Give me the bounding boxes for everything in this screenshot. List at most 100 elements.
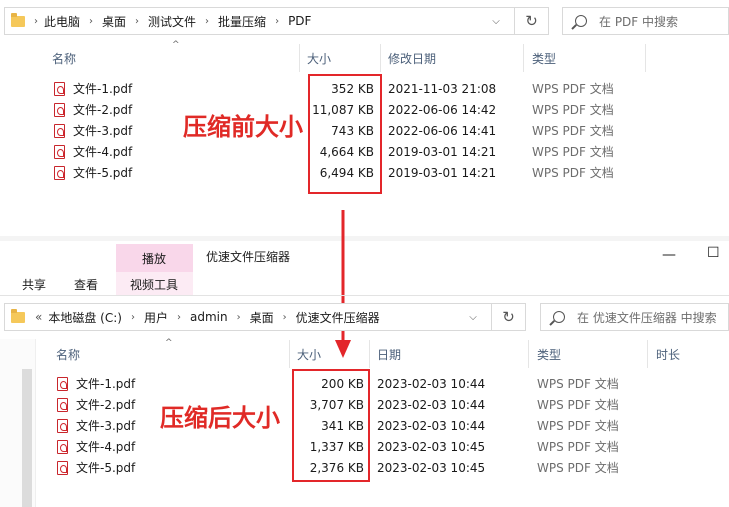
file-name: 文件-2.pdf — [76, 398, 136, 412]
breadcrumb-item-test-files[interactable]: 测试文件 — [148, 13, 196, 30]
column-header-size[interactable]: 大小 — [307, 44, 331, 72]
search-icon — [553, 311, 565, 323]
column-divider[interactable] — [523, 44, 524, 72]
breadcrumb-item-this-pc[interactable]: 此电脑 — [44, 13, 80, 30]
column-header-name[interactable]: 名称 — [52, 44, 76, 72]
breadcrumb: 此电脑 › 桌面 › 测试文件 › 批量压缩 › PDF — [44, 8, 311, 34]
tab-share[interactable]: 共享 — [22, 276, 46, 293]
file-date: 2023-02-03 10:44 — [377, 376, 486, 391]
tab-video-tools[interactable]: 视频工具 — [130, 276, 178, 293]
file-name: 文件-2.pdf — [73, 103, 133, 117]
sort-ascending-icon: ^ — [165, 338, 173, 348]
tab-play[interactable]: 播放 — [142, 250, 166, 267]
column-divider[interactable] — [380, 44, 381, 72]
column-header-date[interactable]: 日期 — [377, 340, 401, 368]
file-date: 2019-03-01 14:21 — [388, 144, 497, 159]
before-search-input[interactable]: 在 PDF 中搜索 — [562, 7, 729, 35]
chevron-right-icon[interactable]: › — [266, 16, 288, 27]
window-title: 优速文件压缩器 — [206, 250, 291, 264]
address-dropdown-icon[interactable]: ⌵ — [484, 8, 508, 34]
column-header-type[interactable]: 类型 — [537, 340, 561, 368]
chevron-right-icon[interactable]: › — [126, 16, 148, 27]
file-name: 文件-4.pdf — [76, 440, 136, 454]
column-header-name[interactable]: 名称 — [56, 340, 80, 368]
before-size-highlight — [308, 74, 382, 194]
after-address-bar[interactable]: « 本地磁盘 (C:) › 用户 › admin › 桌面 › 优速文件压缩器 … — [4, 303, 526, 331]
column-header-duration[interactable]: 时长 — [656, 340, 680, 368]
search-placeholder: 在 优速文件压缩器 中搜索 — [577, 310, 717, 325]
file-name: 文件-3.pdf — [73, 124, 133, 138]
pdf-file-icon — [57, 376, 68, 391]
chevron-right-icon[interactable]: › — [80, 16, 102, 27]
breadcrumb-item-desktop[interactable]: 桌面 — [250, 309, 274, 326]
column-header-size[interactable]: 大小 — [297, 340, 321, 368]
chevron-right-icon[interactable]: › — [168, 312, 190, 323]
column-divider[interactable] — [645, 44, 646, 72]
column-divider[interactable] — [528, 340, 529, 368]
file-date: 2023-02-03 10:45 — [377, 439, 486, 454]
column-divider[interactable] — [369, 340, 370, 368]
column-header-type[interactable]: 类型 — [532, 44, 556, 72]
folder-icon — [11, 12, 25, 27]
breadcrumb-item-admin[interactable]: admin — [190, 310, 228, 324]
chevron-right-icon[interactable]: › — [122, 312, 144, 323]
breadcrumb-item-compressor[interactable]: 优速文件压缩器 — [296, 309, 380, 326]
file-name: 文件-1.pdf — [76, 377, 136, 391]
file-type: WPS PDF 文档 — [537, 440, 619, 454]
column-divider[interactable] — [299, 44, 300, 72]
pdf-file-icon — [54, 102, 65, 117]
refresh-icon[interactable]: ↻ — [491, 304, 525, 330]
file-type: WPS PDF 文档 — [532, 103, 614, 117]
minimize-button[interactable]: — — [662, 247, 676, 263]
file-name: 文件-3.pdf — [76, 419, 136, 433]
breadcrumb-overflow-icon[interactable]: « — [25, 310, 48, 324]
search-icon — [575, 15, 587, 27]
breadcrumb-item-users[interactable]: 用户 — [144, 309, 168, 326]
file-type: WPS PDF 文档 — [532, 82, 614, 96]
pdf-file-icon — [57, 460, 68, 475]
file-name: 文件-1.pdf — [73, 82, 133, 96]
pdf-file-icon — [57, 418, 68, 433]
column-divider[interactable] — [647, 340, 648, 368]
tab-view[interactable]: 查看 — [74, 276, 98, 293]
column-divider[interactable] — [289, 340, 290, 368]
file-type: WPS PDF 文档 — [532, 145, 614, 159]
navigation-pane-scrollbar[interactable] — [22, 369, 32, 507]
pdf-file-icon — [54, 144, 65, 159]
file-date: 2022-06-06 14:41 — [388, 123, 497, 138]
file-name: 文件-4.pdf — [73, 145, 133, 159]
file-date: 2022-06-06 14:42 — [388, 102, 497, 117]
file-name: 文件-5.pdf — [76, 461, 136, 475]
chevron-right-icon[interactable]: › — [274, 312, 296, 323]
pdf-file-icon — [54, 123, 65, 138]
after-size-highlight — [292, 369, 370, 482]
breadcrumb-item-pdf[interactable]: PDF — [288, 14, 311, 28]
breadcrumb: 本地磁盘 (C:) › 用户 › admin › 桌面 › 优速文件压缩器 — [48, 304, 379, 330]
after-size-annotation: 压缩后大小 — [160, 404, 280, 432]
search-placeholder: 在 PDF 中搜索 — [599, 14, 679, 29]
file-type: WPS PDF 文档 — [532, 166, 614, 180]
breadcrumb-item-desktop[interactable]: 桌面 — [102, 13, 126, 30]
pdf-file-icon — [57, 397, 68, 412]
file-date: 2019-03-01 14:21 — [388, 165, 497, 180]
breadcrumb-item-batch-compress[interactable]: 批量压缩 — [218, 13, 266, 30]
after-window: 播放 优速文件压缩器 — ☐ 共享 查看 视频工具 « 本地磁盘 (C:) › … — [0, 241, 729, 507]
refresh-icon[interactable]: ↻ — [514, 8, 548, 34]
file-name: 文件-5.pdf — [73, 166, 133, 180]
file-date: 2021-11-03 21:08 — [388, 81, 497, 96]
column-header-date[interactable]: 修改日期 — [388, 44, 436, 72]
chevron-right-icon[interactable]: › — [25, 16, 44, 27]
ribbon-bar: 共享 查看 视频工具 — [0, 272, 729, 296]
after-search-input[interactable]: 在 优速文件压缩器 中搜索 — [540, 303, 729, 331]
breadcrumb-item-local-disk[interactable]: 本地磁盘 (C:) — [48, 309, 122, 326]
file-date: 2023-02-03 10:44 — [377, 418, 486, 433]
chevron-right-icon[interactable]: › — [196, 16, 218, 27]
before-size-annotation: 压缩前大小 — [183, 113, 303, 141]
file-type: WPS PDF 文档 — [537, 461, 619, 475]
before-address-bar[interactable]: › 此电脑 › 桌面 › 测试文件 › 批量压缩 › PDF ⌵ ↻ — [4, 7, 549, 35]
address-dropdown-icon[interactable]: ⌵ — [461, 304, 485, 330]
pdf-file-icon — [54, 165, 65, 180]
chevron-right-icon[interactable]: › — [228, 312, 250, 323]
maximize-button[interactable]: ☐ — [707, 245, 720, 261]
folder-icon — [11, 308, 25, 323]
